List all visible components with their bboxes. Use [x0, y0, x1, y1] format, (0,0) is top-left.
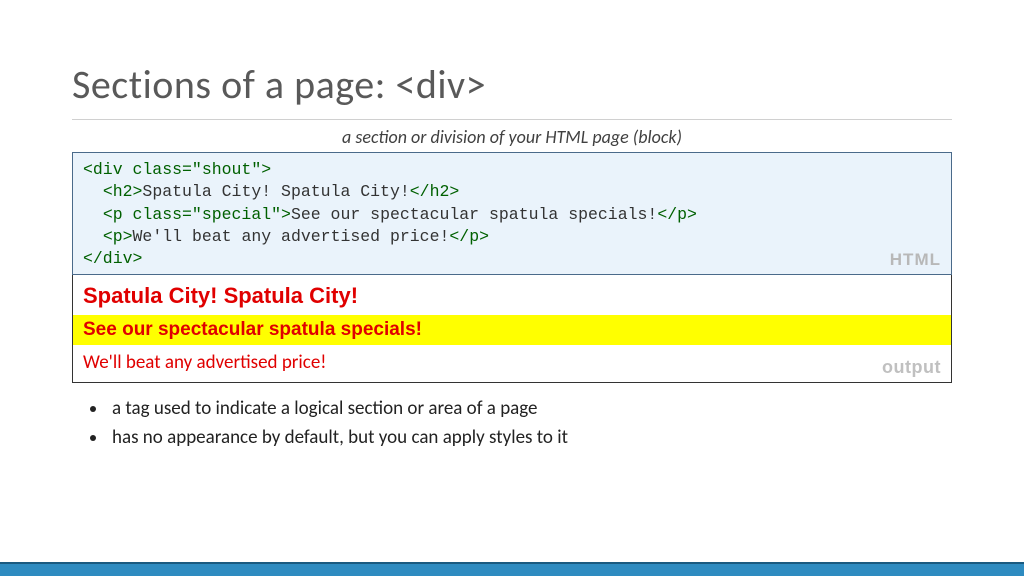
slide-title: Sections of a page: <div>	[72, 60, 952, 109]
title-rule	[72, 119, 952, 120]
bullet-item: a tag used to indicate a logical section…	[108, 397, 952, 420]
slide: Sections of a page: <div> a section or d…	[0, 0, 1024, 576]
bullet-item: has no appearance by default, but you ca…	[108, 426, 952, 449]
footer-accent-bar	[0, 562, 1024, 576]
code-line-4: <p>We'll beat any advertised price!</p>	[83, 226, 941, 248]
output-block: Spatula City! Spatula City! See our spec…	[72, 275, 952, 383]
code-line-5: </div>	[83, 248, 941, 270]
code-language-label: HTML	[890, 249, 941, 272]
code-block: <div class="shout"> <h2>Spatula City! Sp…	[72, 152, 952, 275]
code-text-p: We'll beat any advertised price!	[133, 227, 450, 246]
code-text-h2: Spatula City! Spatula City!	[142, 182, 409, 201]
tag-p-close: </p>	[449, 227, 489, 246]
code-line-1: <div class="shout">	[83, 159, 941, 181]
code-text-special: See our spectacular spatula specials!	[291, 205, 657, 224]
tag-p-special-open: <p class="special">	[103, 205, 291, 224]
output-paragraph: We'll beat any advertised price!	[73, 345, 951, 382]
tag-div-close: </div>	[83, 249, 142, 268]
output-heading: Spatula City! Spatula City!	[73, 275, 951, 315]
output-label: output	[882, 357, 941, 378]
tag-p-special-close: </p>	[657, 205, 697, 224]
slide-subtitle: a section or division of your HTML page …	[72, 126, 952, 148]
tag-h2-open: <h2>	[103, 182, 143, 201]
output-special: See our spectacular spatula specials!	[73, 315, 951, 345]
tag-h2-close: </h2>	[410, 182, 460, 201]
tag-div-open: <div class="shout">	[83, 160, 271, 179]
code-line-2: <h2>Spatula City! Spatula City!</h2>	[83, 181, 941, 203]
bullet-list: a tag used to indicate a logical section…	[72, 397, 952, 449]
code-line-3: <p class="special">See our spectacular s…	[83, 204, 941, 226]
tag-p-open: <p>	[103, 227, 133, 246]
